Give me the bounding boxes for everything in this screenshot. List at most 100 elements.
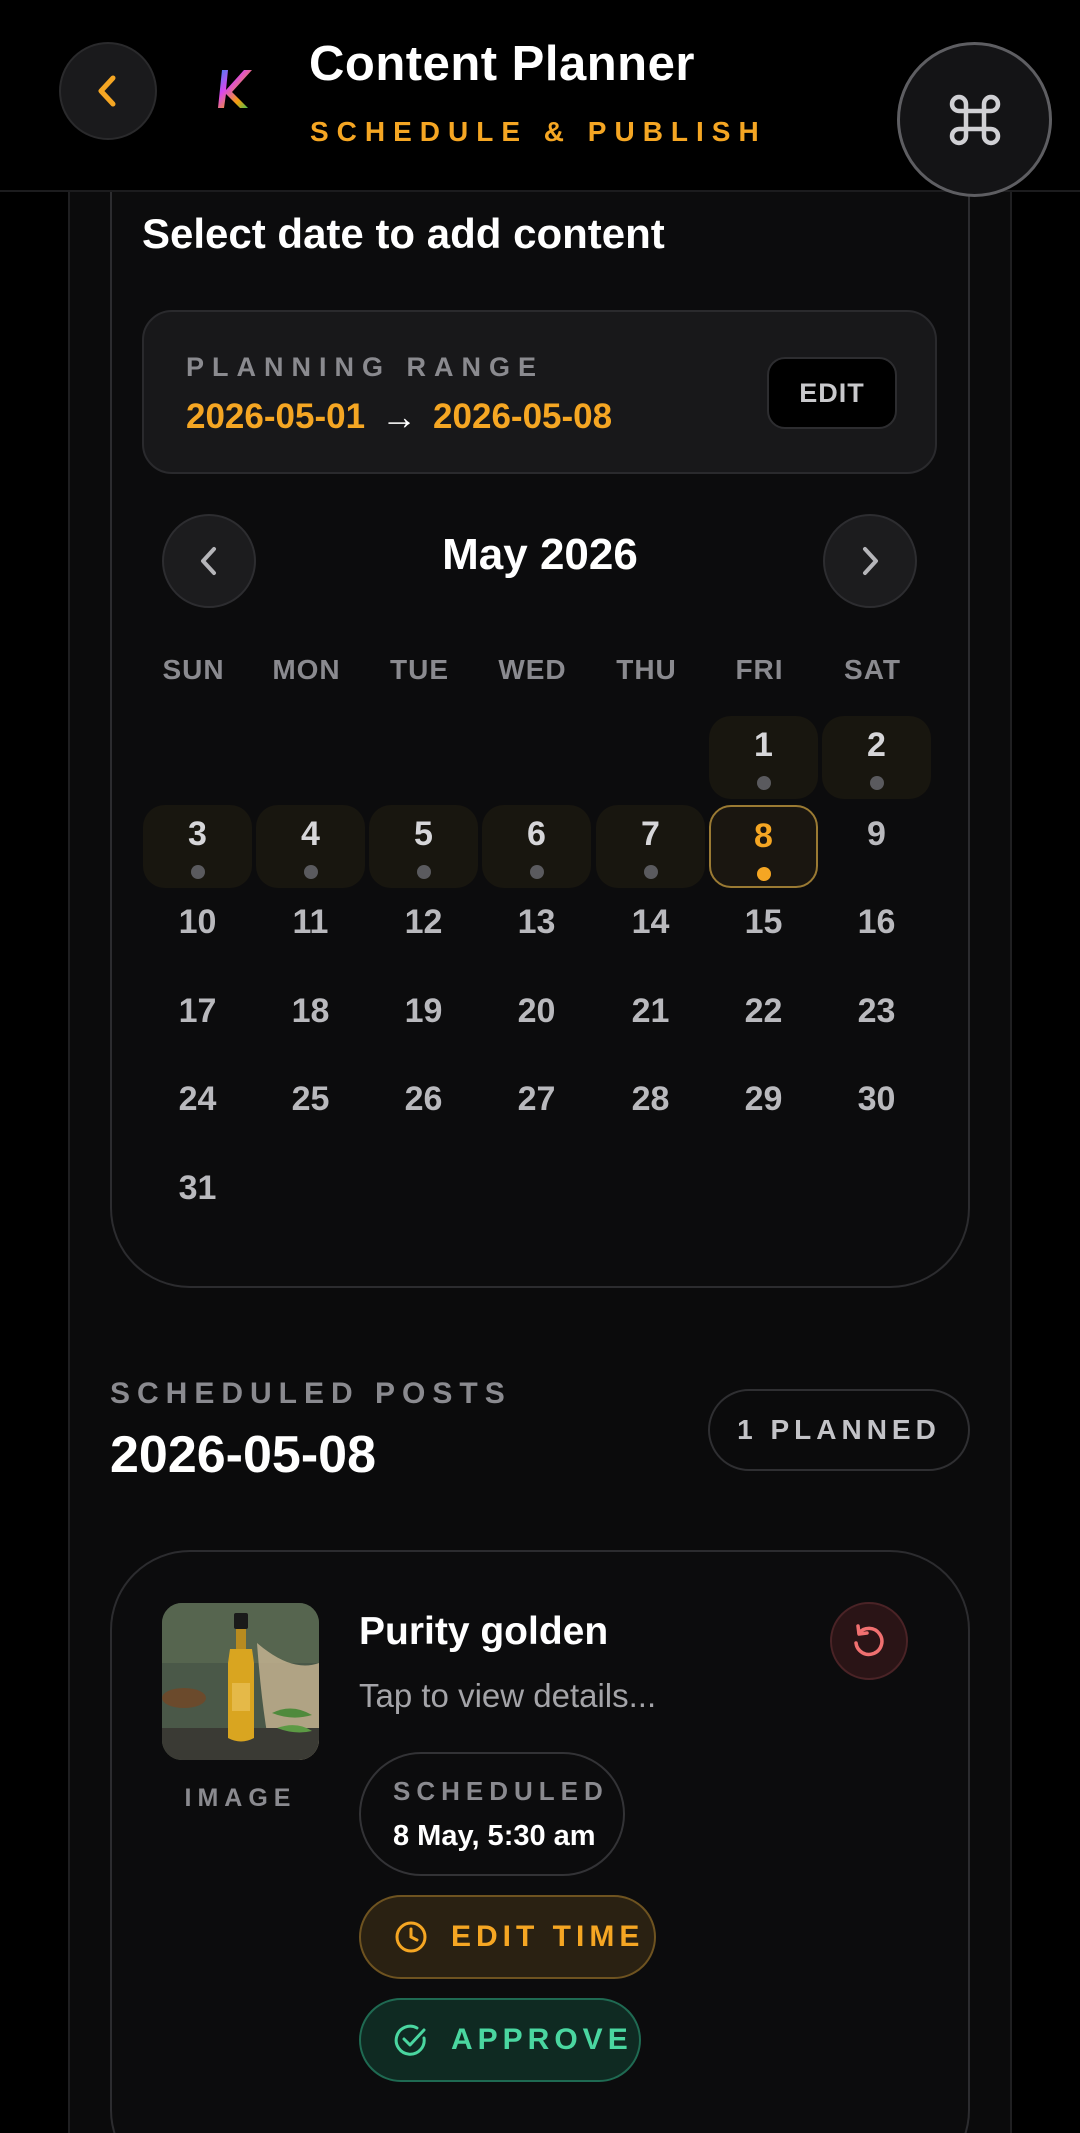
reschedule-button[interactable] xyxy=(830,1602,908,1680)
calendar-day-number: 16 xyxy=(857,903,896,941)
calendar-day-number: 28 xyxy=(631,1080,670,1118)
calendar-day-number: 25 xyxy=(291,1080,330,1118)
calendar-day-number: 19 xyxy=(404,992,443,1030)
calendar-heading: Select date to add content xyxy=(142,210,665,257)
media-type-label: IMAGE xyxy=(184,1784,297,1812)
calendar-day[interactable]: 1 xyxy=(709,716,818,799)
post-description[interactable]: Tap to view details... xyxy=(359,1677,656,1715)
next-month-button[interactable] xyxy=(823,514,917,608)
calendar-day-number: 29 xyxy=(744,1080,783,1118)
calendar-day[interactable]: 15 xyxy=(709,893,818,976)
range-end-date: 2026-05-08 xyxy=(433,397,613,436)
calendar-day[interactable]: 6 xyxy=(482,805,591,888)
previous-month-button[interactable] xyxy=(162,514,256,608)
calendar-day[interactable]: 28 xyxy=(596,1070,705,1153)
calendar-day-number: 8 xyxy=(754,817,773,855)
calendar-day[interactable]: 2 xyxy=(822,716,931,799)
weekday-label: TUE xyxy=(390,654,449,685)
calendar-day[interactable]: 31 xyxy=(143,1159,252,1242)
weekday-label: MON xyxy=(272,654,341,685)
calendar-day[interactable]: 18 xyxy=(256,982,365,1065)
calendar-day[interactable]: 4 xyxy=(256,805,365,888)
calendar-day[interactable]: 16 xyxy=(822,893,931,976)
planning-range: PLANNING RANGE 2026-05-01 → 2026-05-08 E… xyxy=(142,310,937,474)
scheduled-label: SCHEDULED xyxy=(393,1776,609,1806)
calendar-day-number: 3 xyxy=(188,815,207,853)
content-indicator-dot xyxy=(416,865,431,879)
refresh-icon xyxy=(854,1624,884,1657)
weekday-label: SAT xyxy=(844,654,901,685)
calendar-day[interactable]: 27 xyxy=(482,1070,591,1153)
calendar-day-number: 15 xyxy=(744,903,783,941)
page-subtitle: SCHEDULE & PUBLISH xyxy=(310,116,767,147)
weekday-label: SUN xyxy=(162,654,225,685)
calendar-day-number: 14 xyxy=(631,903,670,941)
edit-time-button[interactable]: EDIT TIME xyxy=(359,1895,656,1979)
calendar-day[interactable]: 17 xyxy=(143,982,252,1065)
chevron-right-icon xyxy=(863,547,878,575)
calendar-day[interactable]: 12 xyxy=(369,893,478,976)
post-thumbnail[interactable] xyxy=(162,1603,319,1760)
calendar-day-number: 1 xyxy=(754,726,773,764)
calendar-day[interactable]: 19 xyxy=(369,982,478,1065)
calendar-day[interactable]: 24 xyxy=(143,1070,252,1153)
calendar-day[interactable]: 9 xyxy=(822,805,931,888)
chevron-left-icon xyxy=(201,547,216,575)
range-start-date: 2026-05-01 xyxy=(186,397,366,436)
command-button[interactable] xyxy=(897,42,1052,197)
calendar-day-number: 11 xyxy=(292,903,329,941)
scheduled-posts-label: SCHEDULED POSTS xyxy=(110,1377,512,1410)
content-indicator-dot xyxy=(756,867,771,881)
weekday-label: WED xyxy=(498,654,567,685)
calendar-day-number: 31 xyxy=(178,1169,217,1207)
calendar-day-number: 24 xyxy=(178,1080,217,1118)
calendar-day-number: 12 xyxy=(404,903,443,941)
calendar-day[interactable]: 3 xyxy=(143,805,252,888)
edit-time-label: EDIT TIME xyxy=(451,1920,645,1953)
calendar-day-number: 10 xyxy=(178,903,217,941)
approve-label: APPROVE xyxy=(451,2023,633,2056)
chevron-left-icon xyxy=(98,75,116,107)
calendar-day[interactable]: 23 xyxy=(822,982,931,1065)
edit-range-button[interactable]: EDIT xyxy=(767,357,897,429)
month-label: May 2026 xyxy=(442,530,638,579)
planned-count-badge: 1 PLANNED xyxy=(708,1389,970,1471)
calendar-day-number: 21 xyxy=(631,992,670,1030)
arrow-right-icon: → xyxy=(381,396,418,437)
calendar-day-number: 9 xyxy=(867,815,886,853)
calendar-day[interactable]: 11 xyxy=(256,893,365,976)
calendar-day[interactable]: 20 xyxy=(482,982,591,1065)
olive-oil-bottle-image xyxy=(162,1603,319,1760)
command-icon xyxy=(949,94,1000,145)
calendar-day-number: 30 xyxy=(857,1080,896,1118)
scheduled-time: 8 May, 5:30 am xyxy=(393,1820,596,1852)
post-title[interactable]: Purity golden xyxy=(359,1610,608,1654)
calendar-day[interactable]: 29 xyxy=(709,1070,818,1153)
calendar-day[interactable]: 25 xyxy=(256,1070,365,1153)
calendar-day[interactable]: 14 xyxy=(596,893,705,976)
approve-button[interactable]: APPROVE xyxy=(359,1998,641,2082)
calendar-day[interactable]: 8 xyxy=(709,805,818,888)
calendar-day[interactable]: 30 xyxy=(822,1070,931,1153)
clock-icon xyxy=(395,1921,427,1953)
calendar-day-number: 5 xyxy=(414,815,433,853)
back-button[interactable] xyxy=(59,42,157,140)
calendar-day[interactable]: 26 xyxy=(369,1070,478,1153)
calendar-day[interactable]: 10 xyxy=(143,893,252,976)
calendar-day[interactable]: 13 xyxy=(482,893,591,976)
weekday-label: FRI xyxy=(735,654,784,685)
calendar-day[interactable]: 5 xyxy=(369,805,478,888)
check-circle-icon xyxy=(394,2024,426,2056)
calendar-day-number: 7 xyxy=(641,815,660,853)
calendar-day-number: 27 xyxy=(517,1080,556,1118)
calendar-day[interactable]: 7 xyxy=(596,805,705,888)
content-indicator-dot xyxy=(643,865,658,879)
content-indicator-dot xyxy=(756,776,771,790)
calendar-day[interactable]: 22 xyxy=(709,982,818,1065)
calendar-day-number: 2 xyxy=(867,726,886,764)
page-title: Content Planner xyxy=(309,37,695,91)
planning-range-label: PLANNING RANGE xyxy=(186,352,545,382)
calendar-day[interactable]: 21 xyxy=(596,982,705,1065)
calendar-day-number: 22 xyxy=(744,992,783,1030)
content-indicator-dot xyxy=(303,865,318,879)
